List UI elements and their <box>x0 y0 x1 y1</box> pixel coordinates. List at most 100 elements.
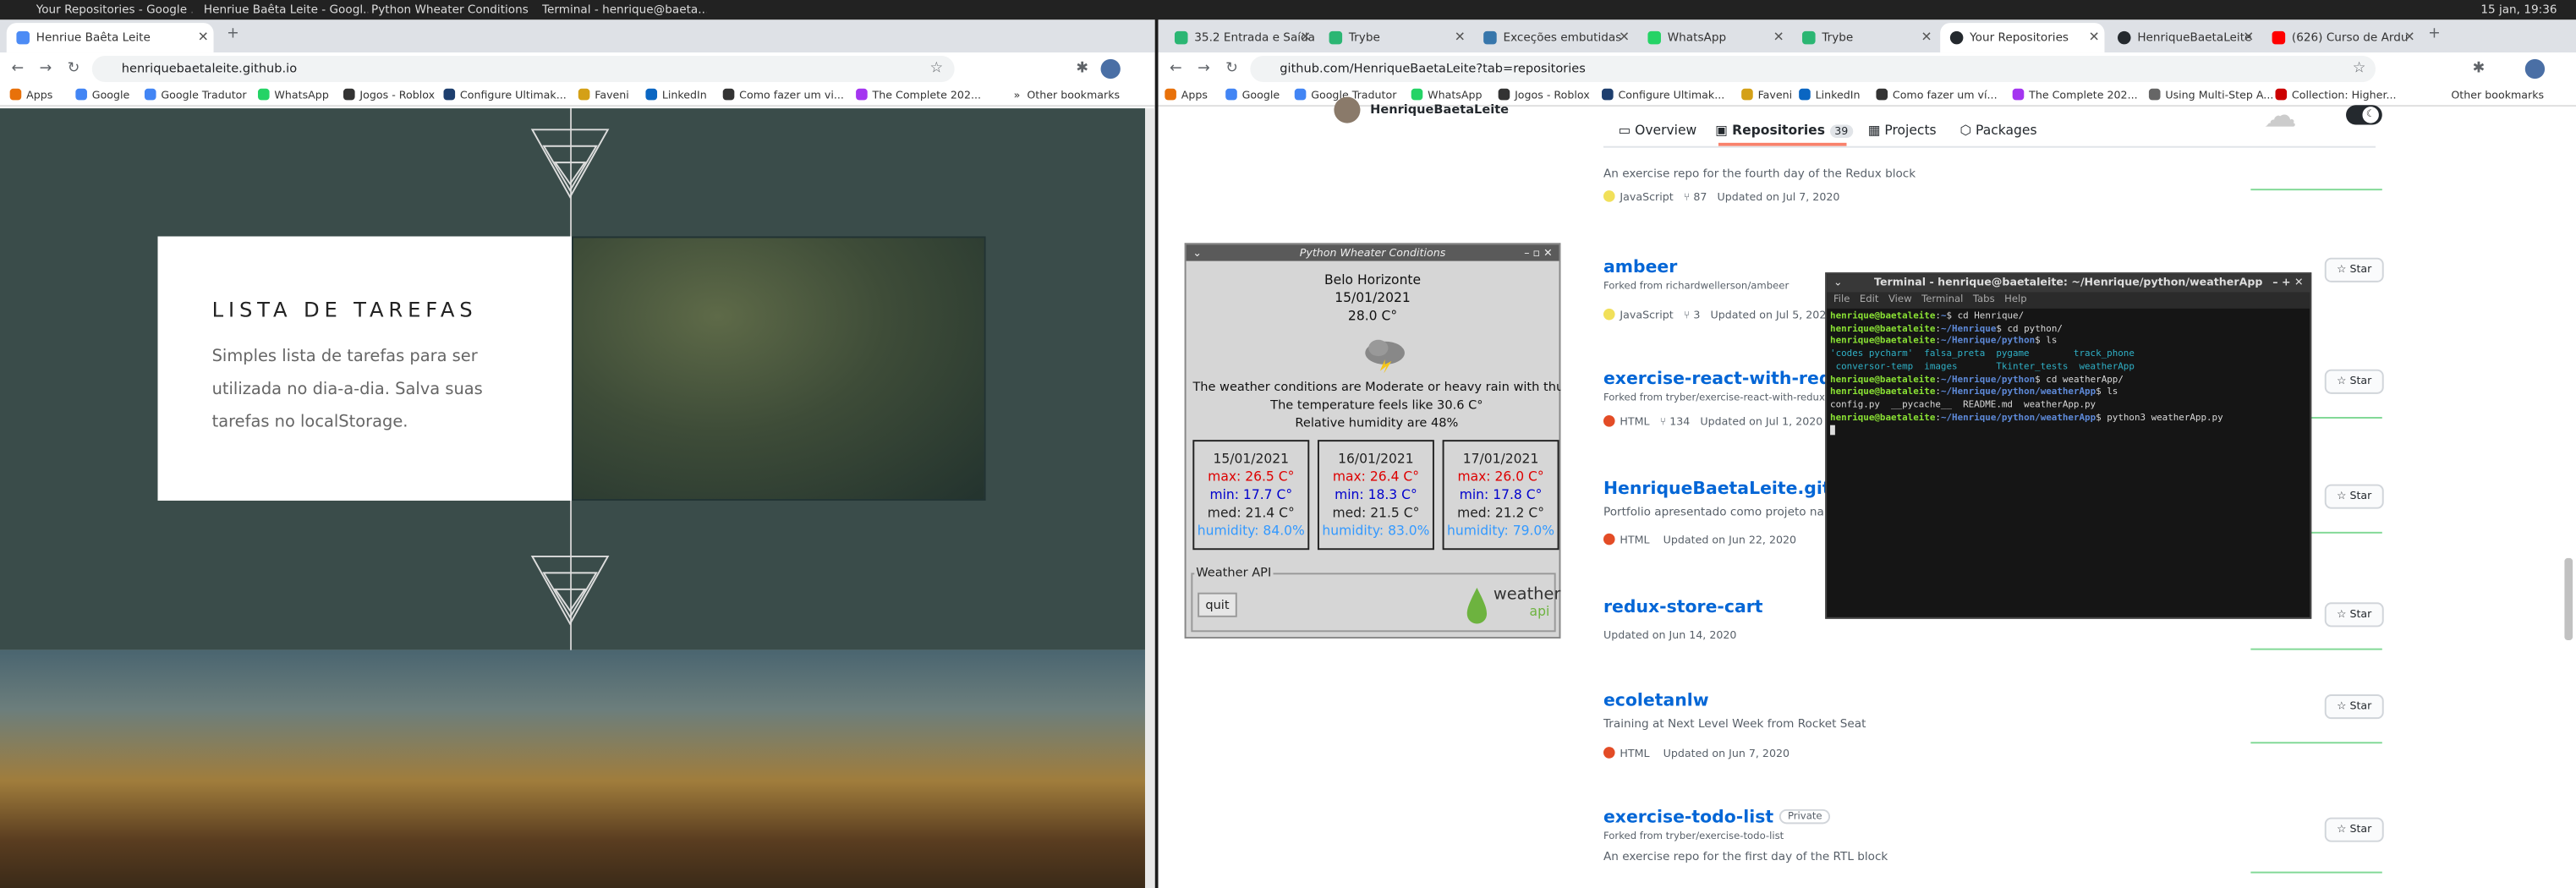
bookmark-google[interactable]: Google <box>1225 87 1280 105</box>
tab-projects[interactable]: ▦ Projects <box>1868 123 1937 138</box>
scrollbar[interactable] <box>1144 108 1155 888</box>
tab-henrique-profile[interactable]: HenriqueBaetaLeite ✕ <box>2107 23 2259 52</box>
bookmark-faveni[interactable]: Faveni <box>1741 87 1792 105</box>
window-menu-icon[interactable]: ⌄ <box>1833 274 1843 292</box>
activity-graph <box>2250 648 2382 650</box>
extensions-icon[interactable]: ✱ <box>1076 56 1088 82</box>
tab-trybe[interactable]: Trybe ✕ <box>1319 23 1471 52</box>
extensions-icon[interactable]: ✱ <box>2473 56 2486 82</box>
repo-meta: JavaScript ⑂ 87 Updated on Jul 7, 2020 <box>1603 190 2228 204</box>
bookmark-other[interactable]: Other bookmarks <box>2451 87 2544 105</box>
new-tab-icon[interactable]: + <box>2428 21 2441 47</box>
triangle-ornament-icon <box>530 555 610 626</box>
forward-icon[interactable]: → <box>40 56 52 82</box>
bookmark-apps[interactable]: Apps <box>9 87 53 105</box>
terminal-output[interactable]: henrique@baetaleite:~$ cd Henrique/ henr… <box>1827 309 2310 441</box>
star-button[interactable]: ☆ Star <box>2324 694 2384 720</box>
taskbar-window-terminal[interactable]: Terminal - henrique@baeta... <box>542 0 706 19</box>
tab-portfolio[interactable]: Henriue Baêta Leite ✕ <box>6 23 214 53</box>
reload-icon[interactable]: ↻ <box>68 56 80 82</box>
back-icon[interactable]: ← <box>12 56 25 82</box>
bookmark-complete[interactable]: The Complete 202... <box>856 87 981 105</box>
profile-username[interactable]: HenriqueBaetaLeite <box>1370 101 1509 116</box>
star-button[interactable]: ☆ Star <box>2324 484 2384 509</box>
star-button[interactable]: ☆ Star <box>2324 257 2384 282</box>
tab-entrada-saida[interactable]: 35.2 Entrada e Saída ✕ <box>1165 23 1316 52</box>
repo-fork-source: Forked from tryber/exercise-react-with-r… <box>1603 392 1828 404</box>
dark-mode-toggle[interactable]: ☾ <box>2346 105 2382 125</box>
star-button[interactable]: ☆ Star <box>2324 817 2384 842</box>
bookmark-roblox[interactable]: Jogos - Roblox <box>343 87 435 105</box>
bookmark-translate[interactable]: Google Tradutor <box>144 87 247 105</box>
repo-fork-source: Forked from tryber/exercise-todo-list <box>1603 830 1784 842</box>
project-card[interactable]: LISTA DE TAREFAS Simples lista de tarefa… <box>157 236 573 501</box>
feels-like-text: The temperature feels like 30.6 C° <box>1270 397 1483 413</box>
repo-name-link[interactable]: ecoletanlw <box>1603 691 2228 710</box>
reload-icon[interactable]: ↻ <box>1225 56 1238 82</box>
tab-excecoes[interactable]: Exceções embutidas ✕ <box>1474 23 1635 52</box>
tab-packages[interactable]: ⬡ Packages <box>1960 123 2037 138</box>
bookmark-linkedin[interactable]: LinkedIn <box>645 87 707 105</box>
tab-your-repositories[interactable]: Your Repositories ✕ <box>1940 23 2105 53</box>
avatar[interactable] <box>1100 58 1121 79</box>
terminal-titlebar: Terminal - henrique@baetaleite: ~/Henriq… <box>1827 274 2310 293</box>
bookmark-google[interactable]: Google <box>75 87 129 105</box>
star-button[interactable]: ☆ Star <box>2324 369 2384 394</box>
window-menu-icon[interactable]: ⌄ <box>1192 244 1202 260</box>
close-icon[interactable]: ✕ <box>198 23 209 52</box>
bookmark-como-fazer[interactable]: Como fazer um ví... <box>1876 87 1998 105</box>
taskbar-window-weather[interactable]: Python Wheater Conditions <box>371 0 535 19</box>
repo-item: ecoletanlw Training at Next Level Week f… <box>1603 691 2228 760</box>
tab-repositories[interactable]: ▣ Repositories 39 <box>1715 123 1854 139</box>
window-controls[interactable]: – ▫ ✕ <box>1524 244 1552 260</box>
tab-whatsapp[interactable]: WhatsApp ✕ <box>1638 23 1789 52</box>
tab-trybe-2[interactable]: Trybe ✕ <box>1792 23 1937 52</box>
bookmark-complete[interactable]: The Complete 202... <box>2012 87 2138 105</box>
bookmark-ultimaker[interactable]: Configure Ultimak... <box>1602 87 1724 105</box>
private-badge: Private <box>1779 809 1831 825</box>
address-bar[interactable]: henriquebaetaleite.github.io <box>91 55 955 83</box>
project-screenshot[interactable] <box>572 236 986 501</box>
new-tab-icon[interactable]: + <box>227 21 239 47</box>
window-controls[interactable]: – + ✕ <box>2272 274 2303 292</box>
weatherapi-logo: weather api <box>1493 585 1561 619</box>
bookmark-star-icon[interactable]: ☆ <box>930 56 944 82</box>
avatar[interactable] <box>2524 58 2546 79</box>
quit-button[interactable]: quit <box>1198 592 1237 617</box>
bookmark-apps[interactable]: Apps <box>1165 87 1208 105</box>
bookmark-roblox[interactable]: Jogos - Roblox <box>1498 87 1590 105</box>
scrollbar[interactable] <box>2564 557 2573 640</box>
back-icon[interactable]: ← <box>1170 56 1182 82</box>
bookmark-whatsapp[interactable]: WhatsApp <box>257 87 329 105</box>
terminal-menubar[interactable]: File Edit View Terminal Tabs Help <box>1827 292 2310 309</box>
bookmark-ultimaker[interactable]: Configure Ultimak... <box>443 87 567 105</box>
repo-item: exercise-todo-list Private Forked from t… <box>1603 808 2228 863</box>
forecast-card: 15/01/2021 max: 26.5 C° min: 17.7 C° med: 2… <box>1192 440 1310 551</box>
repo-name-link[interactable]: HenriqueBaetaLeite.github.io <box>1603 480 1827 499</box>
terminal-window: Terminal - henrique@baetaleite: ~/Henriq… <box>1825 272 2312 619</box>
bookmark-multistep[interactable]: Using Multi-Step A... <box>2148 87 2273 105</box>
right-toolbar: ← → ↻ github.com/HenriqueBaetaLeite?tab=… <box>1158 52 2576 85</box>
bookmark-star-icon[interactable]: ☆ <box>2353 56 2366 82</box>
forward-icon[interactable]: → <box>1198 56 1210 82</box>
taskbar-window-portfolio[interactable]: Henriue Baêta Leite - Googl... <box>204 0 368 19</box>
bookmark-como-fazer[interactable]: Como fazer um vi... <box>722 87 844 105</box>
project-title: LISTA DE TAREFAS <box>211 297 478 322</box>
water-drop-icon <box>1466 587 1488 624</box>
repo-name-link[interactable]: exercise-react-with-redux-ii <box>1603 370 1827 389</box>
taskbar-window-github[interactable]: Your Repositories - Google ... <box>36 0 193 19</box>
forecast-card: 17/01/2021 max: 26.0 C° min: 17.8 C° med: 2… <box>1442 440 1559 551</box>
bookmark-linkedin[interactable]: LinkedIn <box>1799 87 1861 105</box>
bookmark-faveni[interactable]: Faveni <box>578 87 629 105</box>
address-bar[interactable]: github.com/HenriqueBaetaLeite?tab=reposi… <box>1250 55 2376 83</box>
star-button[interactable]: ☆ Star <box>2324 602 2384 628</box>
left-bookmarks-bar: Apps Google Google Tradutor WhatsApp Jog… <box>0 85 1155 107</box>
repo-name-link[interactable]: exercise-todo-list Private <box>1603 808 2228 827</box>
tab-overview[interactable]: ▭ Overview <box>1618 123 1696 138</box>
left-browser-window: Henriue Baêta Leite ✕ + ← → ↻ henriquebae… <box>0 19 1155 888</box>
bookmark-other[interactable]: » Other bookmarks <box>1014 87 1121 105</box>
avatar[interactable] <box>1334 96 1361 123</box>
repo-description: Portfolio apresentado como projeto na Tr… <box>1603 505 1827 519</box>
tab-youtube[interactable]: (626) Curso de Ardu ✕ <box>2262 23 2420 52</box>
forecast-card: 16/01/2021 max: 26.4 C° min: 18.3 C° med: 2… <box>1317 440 1434 551</box>
